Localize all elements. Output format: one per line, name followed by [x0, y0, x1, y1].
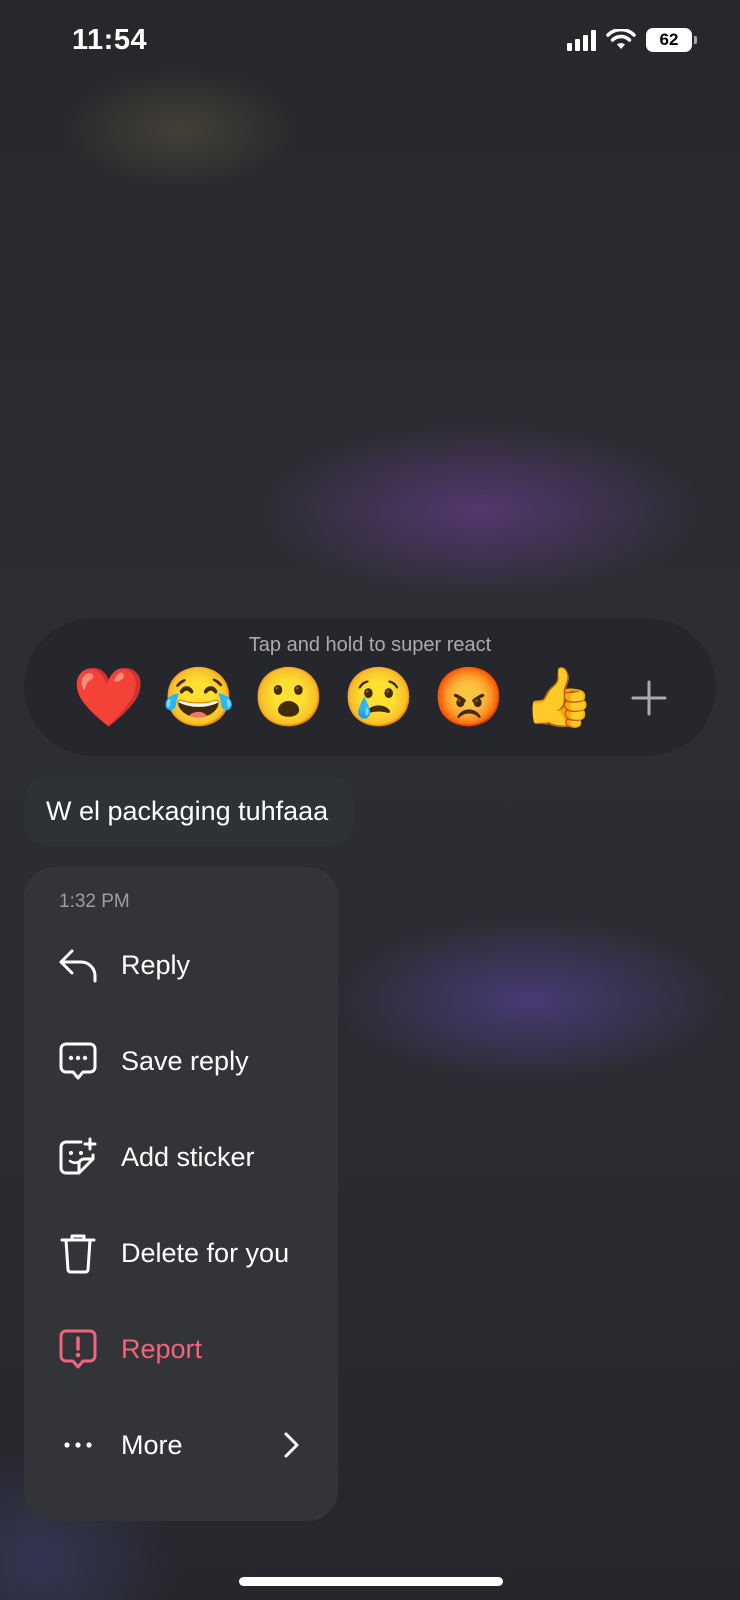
message-text: W el packaging tuhfaaa: [46, 795, 329, 826]
trash-icon: [56, 1231, 100, 1275]
more-menu-item[interactable]: More: [24, 1397, 338, 1493]
message-bubble[interactable]: W el packaging tuhfaaa: [24, 776, 354, 846]
delete-for-you-label: Delete for you: [121, 1237, 290, 1268]
reply-label: Reply: [121, 949, 191, 980]
thumbs-up-icon[interactable]: 👍: [514, 666, 604, 730]
add-sticker-menu-item[interactable]: Add sticker: [24, 1109, 338, 1205]
delete-for-you-menu-item[interactable]: Delete for you: [24, 1205, 338, 1301]
cellular-signal-icon: [567, 29, 596, 51]
save-reply-label: Save reply: [121, 1045, 249, 1076]
reply-menu-item[interactable]: Reply: [24, 917, 338, 1013]
report-label: Report: [121, 1333, 203, 1364]
add-sticker-label: Add sticker: [121, 1141, 255, 1172]
status-icons: 62: [567, 28, 697, 52]
chevron-right-icon: [284, 1432, 299, 1458]
message-timestamp: 1:32 PM: [59, 891, 130, 912]
status-time: 11:54: [72, 24, 148, 56]
chat-bubble-dots-icon: [56, 1039, 100, 1083]
surprised-face-icon[interactable]: 😮: [244, 666, 334, 730]
report-menu-item[interactable]: Report: [24, 1301, 338, 1397]
battery-icon: 62: [646, 28, 697, 52]
more-reactions-button[interactable]: [604, 666, 694, 730]
reply-arrow-icon: [56, 943, 100, 987]
report-alert-icon: [56, 1327, 100, 1371]
home-indicator[interactable]: [239, 1577, 503, 1586]
angry-face-icon[interactable]: 😡: [424, 666, 514, 730]
reaction-hint: Tap and hold to super react: [248, 634, 492, 656]
wifi-icon: [606, 29, 636, 49]
plus-icon: [631, 680, 667, 716]
save-reply-menu-item[interactable]: Save reply: [24, 1013, 338, 1109]
sticker-plus-icon: [56, 1135, 100, 1179]
battery-level: 62: [659, 30, 679, 49]
more-label: More: [121, 1429, 183, 1460]
tears-of-joy-icon[interactable]: 😂: [154, 666, 244, 730]
reaction-bar: Tap and hold to super react ❤️ 😂 😮 😢 😡 👍: [24, 618, 716, 756]
crying-face-icon[interactable]: 😢: [334, 666, 424, 730]
red-heart-icon[interactable]: ❤️: [64, 666, 154, 730]
emoji-row: ❤️ 😂 😮 😢 😡 👍: [64, 666, 694, 730]
more-dots-icon: [56, 1423, 100, 1467]
message-context-menu: 1:32 PM Reply Save reply Add sticker Del…: [24, 867, 338, 1521]
